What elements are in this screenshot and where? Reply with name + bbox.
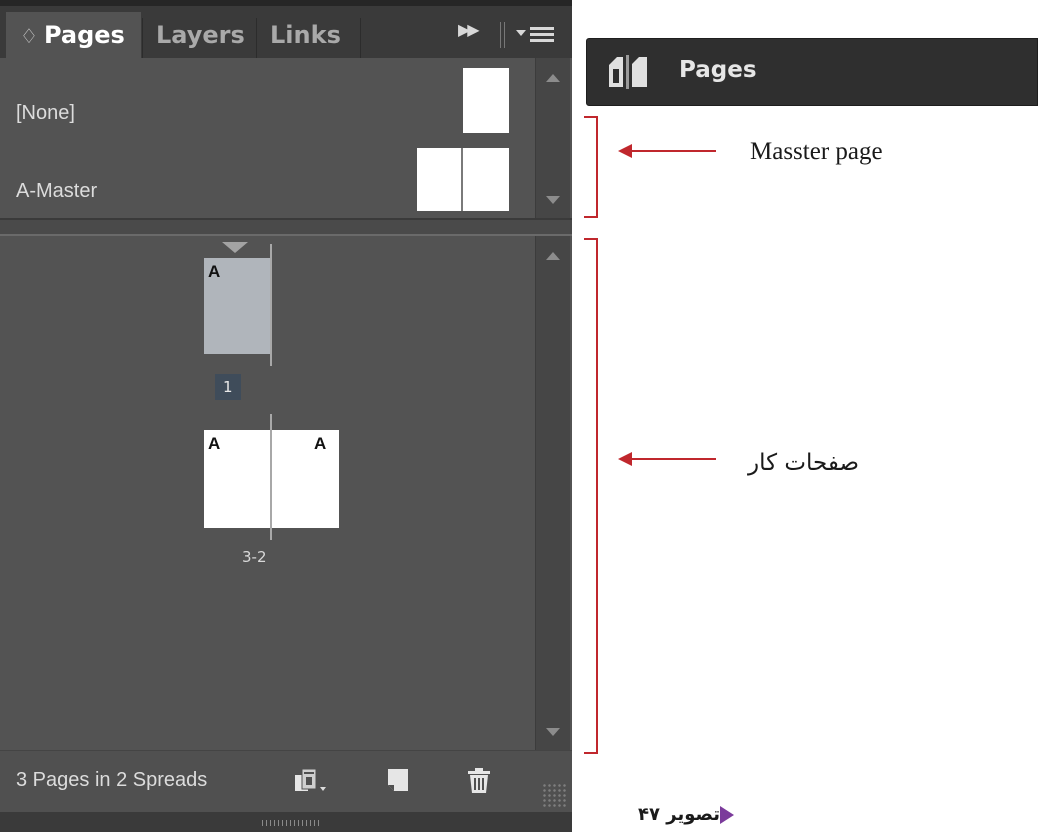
document-pages-section: A 1 A A 3-2 (0, 236, 535, 750)
current-page-marker-icon (222, 242, 248, 253)
tab-pages-label: Pages (43, 21, 125, 49)
new-page-icon[interactable] (386, 767, 410, 793)
master-item-a-master[interactable]: A-Master (0, 138, 535, 218)
master-arrow (618, 144, 716, 158)
edit-page-size-icon[interactable] (294, 767, 328, 793)
delete-page-icon[interactable] (466, 767, 492, 793)
collapsed-pages-panel-button[interactable]: Pages (586, 38, 1038, 106)
spread-number-label[interactable]: 3-2 (242, 548, 267, 566)
pages-panel-icon (609, 55, 647, 89)
page-thumbnail-2[interactable]: A (204, 430, 270, 528)
section-divider[interactable] (0, 218, 572, 236)
spine-line (270, 244, 272, 366)
tab-layers[interactable]: Layers (156, 12, 245, 64)
pages-arrow (618, 452, 716, 466)
page-thumbnail-3[interactable]: A (272, 430, 339, 528)
master-label: [None] (16, 102, 75, 124)
tab-links[interactable]: Links (270, 12, 341, 64)
scroll-up-icon[interactable] (546, 74, 560, 82)
master-item-none[interactable]: [None] (0, 58, 535, 138)
spine-line (270, 414, 272, 540)
panel-grip-icon[interactable] (500, 22, 505, 48)
figure-caption-text: تصویر ۴۷ (638, 804, 720, 825)
master-pages-section: [None] A-Master (0, 58, 535, 218)
masters-scrollbar[interactable] (535, 58, 570, 218)
pages-panel: ♢Pages Layers Links ▶▶ [None] A-Master (0, 0, 572, 832)
page-master-prefix: A (208, 262, 221, 281)
page-count-status: 3 Pages in 2 Spreads (16, 769, 208, 791)
collapsed-panel-label: Pages (679, 57, 757, 83)
pages-bracket (584, 238, 598, 754)
scroll-down-icon[interactable] (546, 728, 560, 736)
page-master-prefix: A (208, 434, 221, 453)
caption-marker-icon (720, 806, 734, 824)
panel-tab-bar: ♢ Pages Layers Links ▶▶ (0, 0, 572, 64)
master-annotation: Masster page (750, 138, 883, 165)
pages-scrollbar[interactable] (535, 236, 570, 750)
scroll-up-icon[interactable] (546, 252, 560, 260)
page-master-prefix: A (314, 434, 327, 453)
panel-bottom-strip (0, 812, 572, 832)
panel-status-bar: 3 Pages in 2 Spreads (0, 750, 572, 813)
scroll-down-icon[interactable] (546, 196, 560, 204)
resize-grip-icon[interactable] (542, 783, 566, 807)
panel-menu-button[interactable] (516, 20, 556, 48)
master-a-right-thumbnail[interactable] (463, 148, 509, 211)
collapse-toggle-icon[interactable]: ♢ (20, 24, 38, 48)
master-none-thumbnail[interactable] (463, 68, 509, 133)
master-spine (461, 148, 463, 211)
master-label: A-Master (16, 180, 98, 202)
drag-handle-icon[interactable] (262, 820, 320, 826)
tab-pages[interactable]: ♢ Pages (6, 12, 141, 64)
more-tabs-icon[interactable]: ▶▶ (458, 20, 480, 39)
figure-caption: تصویر ۴۷ (638, 804, 740, 825)
page-number-label[interactable]: 1 (215, 374, 241, 400)
pages-annotation: صفحات کار (748, 450, 860, 476)
master-a-left-thumbnail[interactable] (417, 148, 461, 211)
page-thumbnail-1[interactable]: A (204, 258, 270, 354)
master-bracket (584, 116, 598, 218)
